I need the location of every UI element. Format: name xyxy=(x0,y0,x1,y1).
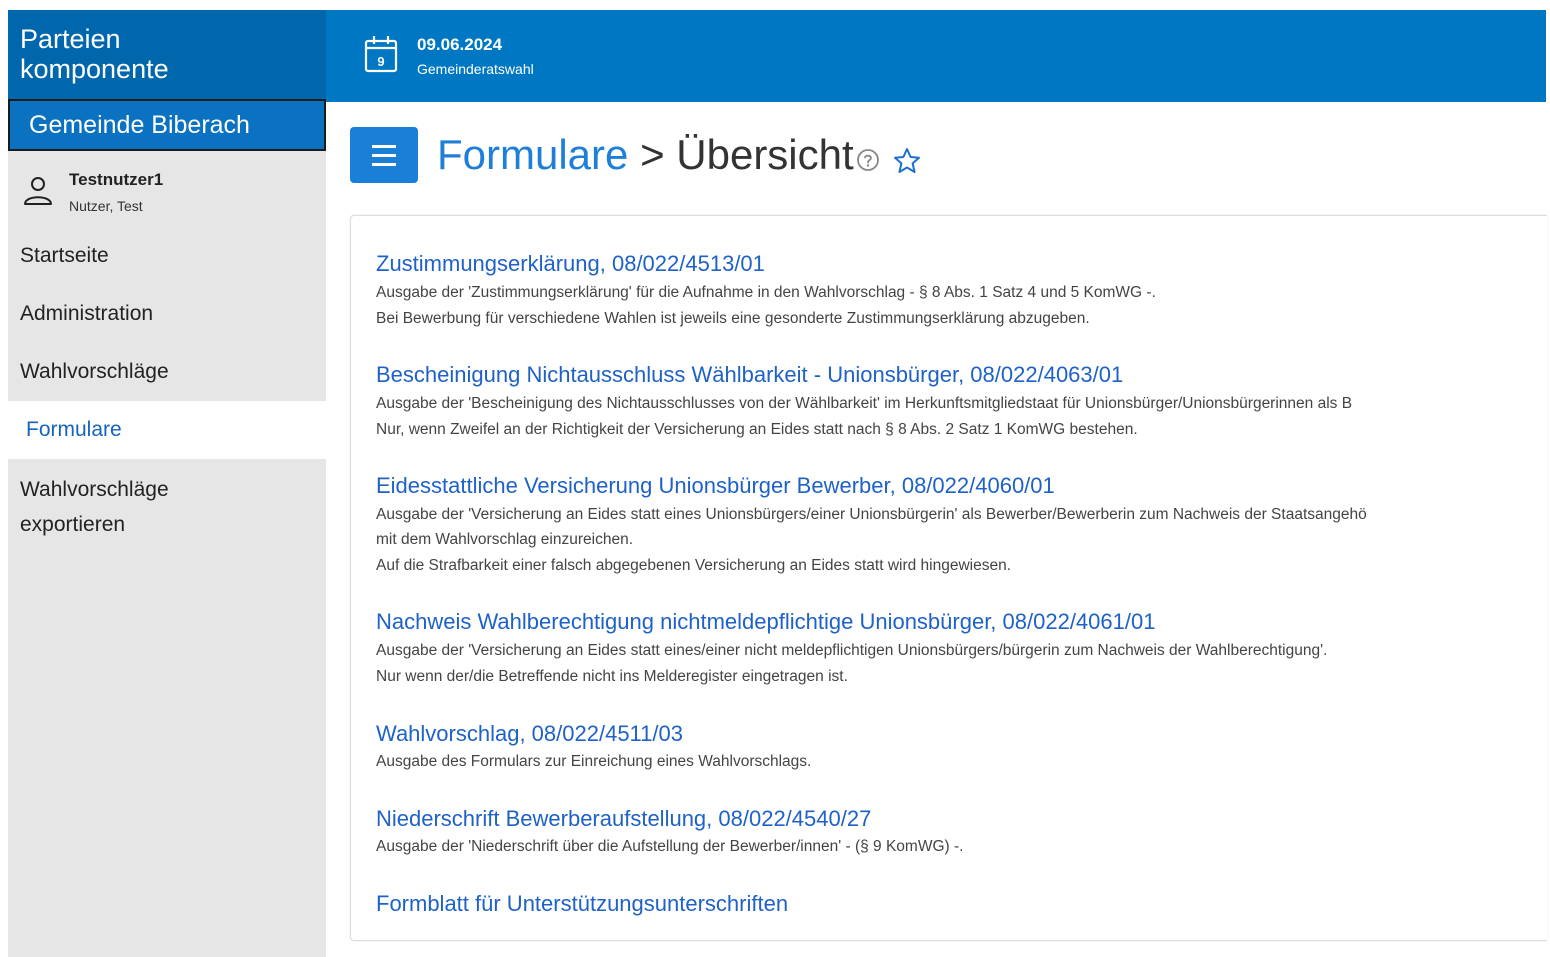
form-link-wahlvorschlag[interactable]: Wahlvorschlag, 08/022/4511/03 xyxy=(376,721,683,747)
breadcrumb-formulare-link[interactable]: Formulare xyxy=(437,131,628,178)
forms-card: Zustimmungserklärung, 08/022/4513/01 Aus… xyxy=(350,215,1547,941)
calendar-icon: 9 xyxy=(364,36,398,73)
hamburger-icon xyxy=(372,144,396,148)
nav-item-wahlvorschlaege[interactable]: Wahlvorschläge xyxy=(8,353,326,393)
header-bar: 9 09.06.2024 Gemeinderatswahl xyxy=(326,10,1546,102)
star-outline-icon[interactable] xyxy=(892,146,922,176)
breadcrumb-separator: > xyxy=(640,131,665,178)
form-link-nachweis-wahlberechtigung[interactable]: Nachweis Wahlberechtigung nichtmeldepfli… xyxy=(376,609,1155,635)
form-description: mit dem Wahlvorschlag einzureichen. xyxy=(376,531,634,548)
page-title: Formulare > Übersicht xyxy=(437,128,854,182)
form-description: Nur, wenn Zweifel an der Richtigkeit der… xyxy=(376,421,1138,438)
form-link-eidesstattliche-versicherung[interactable]: Eidesstattliche Versicherung Unionsbürge… xyxy=(376,473,1055,499)
nav-item-label: Wahlvorschläge xyxy=(20,360,169,383)
form-link-formblatt-unterstuetzungsunterschriften[interactable]: Formblatt für Unterstützungsunterschrift… xyxy=(376,891,788,917)
form-link-bescheinigung-nichtausschluss[interactable]: Bescheinigung Nichtausschluss Wählbarkei… xyxy=(376,362,1123,388)
nav-item-wahlvorschlaege-exportieren[interactable]: Wahlvorschläge exportieren xyxy=(8,472,326,546)
form-description: Ausgabe der 'Bescheinigung des Nichtauss… xyxy=(376,395,1353,412)
nav-item-administration[interactable]: Administration xyxy=(8,295,326,335)
form-link-zustimmungserklaerung[interactable]: Zustimmungserklärung, 08/022/4513/01 xyxy=(376,251,765,277)
help-circle-icon[interactable] xyxy=(856,148,880,172)
form-description: Bei Bewerbung für verschiedene Wahlen is… xyxy=(376,310,1090,327)
form-description: Ausgabe der 'Niederschrift über die Aufs… xyxy=(376,838,964,855)
calendar-day: 9 xyxy=(377,54,384,69)
form-description: Ausgabe der 'Versicherung an Eides statt… xyxy=(376,642,1328,659)
brand-title-line2: komponente xyxy=(20,54,169,84)
nav-item-startseite[interactable]: Startseite xyxy=(8,237,326,277)
election-date: 09.06.2024 xyxy=(417,35,503,54)
app-window: Parteien komponente Gemeinde Biberach Te… xyxy=(8,10,1547,957)
user-profile[interactable]: Testnutzer1 Nutzer, Test xyxy=(8,160,326,218)
user-icon xyxy=(24,177,52,205)
form-description: Auf die Strafbarkeit einer falsch abgege… xyxy=(376,557,1012,574)
app-brand[interactable]: Parteien komponente xyxy=(8,10,326,100)
form-description: Nur wenn der/die Betreffende nicht ins M… xyxy=(376,668,848,685)
nav-item-label: Administration xyxy=(20,302,154,325)
form-description: Ausgabe des Formulars zur Einreichung ei… xyxy=(376,753,812,770)
nav-item-label-line2: exportieren xyxy=(20,513,126,536)
nav-item-label: Formulare xyxy=(26,418,122,441)
sidebar: Parteien komponente Gemeinde Biberach Te… xyxy=(8,10,326,957)
menu-toggle-button[interactable] xyxy=(350,127,418,183)
form-description: Ausgabe der 'Versicherung an Eides statt… xyxy=(376,506,1367,523)
form-link-niederschrift-bewerberaufstellung[interactable]: Niederschrift Bewerberaufstellung, 08/02… xyxy=(376,806,871,832)
form-description: Ausgabe der 'Zustimmungserklärung' für d… xyxy=(376,284,1156,301)
nav-item-formulare[interactable]: Formulare xyxy=(8,401,326,459)
user-display-name: Nutzer, Test xyxy=(69,198,143,214)
election-type: Gemeinderatswahl xyxy=(417,61,534,77)
nav-item-label: Startseite xyxy=(20,244,109,267)
brand-title-line1: Parteien xyxy=(20,24,121,54)
user-name: Testnutzer1 xyxy=(69,170,164,189)
municipality-selector[interactable]: Gemeinde Biberach xyxy=(8,99,326,151)
nav-item-label: Wahlvorschläge xyxy=(20,478,169,501)
breadcrumb-current: Übersicht xyxy=(676,131,854,178)
